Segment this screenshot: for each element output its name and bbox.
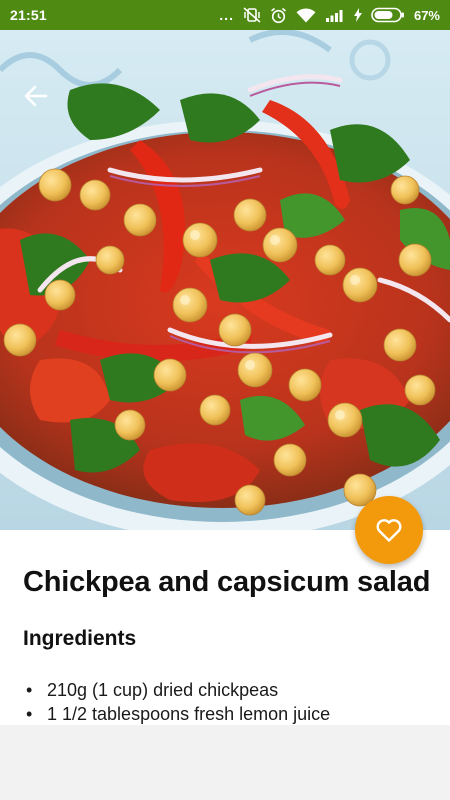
bullet: • <box>26 704 33 724</box>
signal-icon <box>325 10 343 22</box>
salad-illustration <box>0 30 450 530</box>
ingredient-text: 1 1/2 tablespoons fresh lemon juice <box>47 704 331 724</box>
ingredient-item: • 210g (1 cup) dried chickpeas <box>23 678 433 702</box>
battery-percent: 67% <box>413 7 440 23</box>
status-time: 21:51 <box>10 7 47 23</box>
alarm-icon <box>270 7 286 23</box>
bullet: • <box>26 680 33 700</box>
bottom-empty-area <box>0 725 450 800</box>
ingredient-item: • 1 1/2 tablespoons fresh lemon juice <box>23 702 433 726</box>
overflow-dots: ... <box>219 7 234 23</box>
ingredient-text: 210g (1 cup) dried chickpeas <box>47 680 279 700</box>
recipe-title: Chickpea and capsicum salad <box>23 566 431 598</box>
heart-outline-icon <box>376 519 402 542</box>
status-bar: 21:51 ... 67% <box>0 0 450 30</box>
battery-icon <box>371 7 404 23</box>
back-button[interactable] <box>20 82 52 110</box>
ingredients-heading: Ingredients <box>23 627 137 650</box>
vibrate-off-icon <box>243 7 261 23</box>
wifi-icon <box>296 7 316 23</box>
favorite-button[interactable] <box>355 496 423 564</box>
ingredients-list: • 210g (1 cup) dried chickpeas • 1 1/2 tab… <box>23 678 433 726</box>
status-icons: ... 67% <box>219 7 440 24</box>
arrow-left-icon <box>24 85 48 107</box>
charging-icon <box>353 8 362 22</box>
recipe-hero-image <box>0 30 450 530</box>
